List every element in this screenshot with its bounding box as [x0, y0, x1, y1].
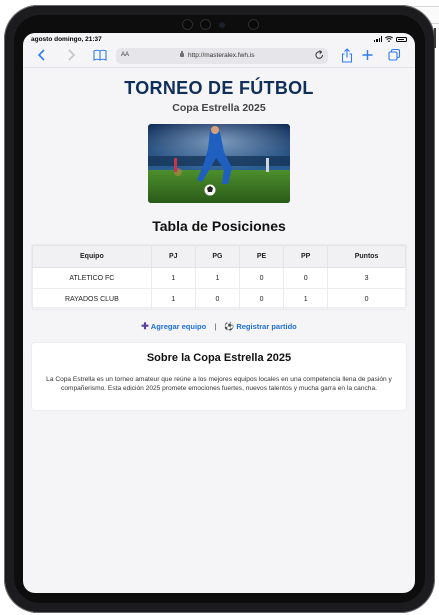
soccer-ball-icon: ⚽	[224, 322, 235, 331]
column-header-puntos: Puntos	[327, 245, 406, 268]
hero-soccer-image	[148, 124, 290, 203]
browser-toolbar: AA http://masteralex.fwh.is	[23, 45, 415, 68]
status-bar: agosto domingo, 21:37	[23, 33, 415, 45]
about-text: La Copa Estrella es un torneo amateur qu…	[46, 376, 392, 392]
points-cell: 3	[327, 267, 406, 289]
text-size-button[interactable]: AA	[121, 52, 129, 58]
status-icons	[374, 36, 407, 42]
page-title: TORNEO DE FÚTBOL	[124, 78, 314, 98]
sensor-icon	[183, 20, 192, 29]
sensor-icon	[249, 20, 258, 29]
add-team-label: Agregar equipo	[150, 322, 207, 331]
wifi-icon	[385, 36, 393, 42]
about-title: Sobre la Copa Estrella 2025	[146, 352, 292, 364]
register-match-label: Registrar partido	[236, 322, 297, 331]
pp-cell: 1	[283, 288, 329, 310]
sensor-icon	[201, 20, 210, 29]
action-links: ✚ Agregar equipo | ⚽ Registrar partido	[23, 321, 415, 332]
standings-title: Tabla de Posiciones	[152, 218, 286, 234]
pj-cell: 1	[150, 288, 196, 310]
pg-cell: 0	[194, 288, 240, 310]
column-header-pj: PJ	[150, 245, 196, 268]
pg-cell: 1	[194, 267, 240, 289]
camera-housing	[183, 19, 263, 31]
plus-icon: ✚	[141, 321, 149, 331]
camera-icon	[219, 22, 225, 28]
browser-screen: agosto domingo, 21:37 AA http://masteral…	[23, 33, 415, 593]
web-page: TORNEO DE FÚTBOL Copa Estrella 2025 Tabl…	[23, 68, 415, 593]
column-header-pp: PP	[283, 245, 329, 268]
tabs-icon[interactable]	[388, 48, 401, 62]
share-icon[interactable]	[341, 48, 353, 63]
link-separator: |	[214, 322, 217, 331]
column-header-pe: PE	[238, 245, 285, 268]
column-header-pg: PG	[194, 245, 240, 268]
new-tab-icon[interactable]	[362, 48, 373, 62]
reload-icon[interactable]	[315, 50, 324, 60]
table-row: RAYADOS CLUB 1 0 0 1 0	[32, 288, 406, 310]
address-bar[interactable]: AA http://masteralex.fwh.is	[116, 48, 328, 64]
standings-table: Equipo PJ PG PE PP Puntos ATLETICO FC 1 …	[32, 245, 406, 310]
url-text[interactable]: http://masteralex.fwh.is	[188, 52, 254, 59]
team-name-cell: RAYADOS CLUB	[32, 288, 152, 310]
about-section: Sobre la Copa Estrella 2025 La Copa Estr…	[32, 343, 406, 410]
register-match-link[interactable]: ⚽ Registrar partido	[224, 322, 296, 331]
team-name-cell: ATLETICO FC	[32, 267, 152, 289]
table-header-row: Equipo PJ PG PE PP Puntos	[32, 245, 406, 268]
volume-button[interactable]	[434, 28, 436, 48]
status-time: agosto domingo, 21:37	[31, 36, 102, 43]
forward-icon[interactable]	[67, 48, 76, 62]
page-subtitle: Copa Estrella 2025	[172, 102, 266, 114]
battery-icon	[396, 36, 407, 42]
signal-icon	[374, 36, 382, 42]
add-team-link[interactable]: ✚ Agregar equipo	[141, 321, 208, 331]
column-header-equipo: Equipo	[32, 245, 152, 268]
bookmarks-icon[interactable]	[93, 48, 107, 62]
back-icon[interactable]	[37, 48, 46, 62]
points-cell: 0	[327, 288, 406, 310]
lock-icon	[180, 50, 184, 57]
pe-cell: 0	[238, 288, 285, 310]
table-row: ATLETICO FC 1 1 0 0 3	[32, 267, 406, 289]
pp-cell: 0	[283, 267, 329, 289]
pe-cell: 0	[238, 267, 285, 289]
pj-cell: 1	[150, 267, 196, 289]
